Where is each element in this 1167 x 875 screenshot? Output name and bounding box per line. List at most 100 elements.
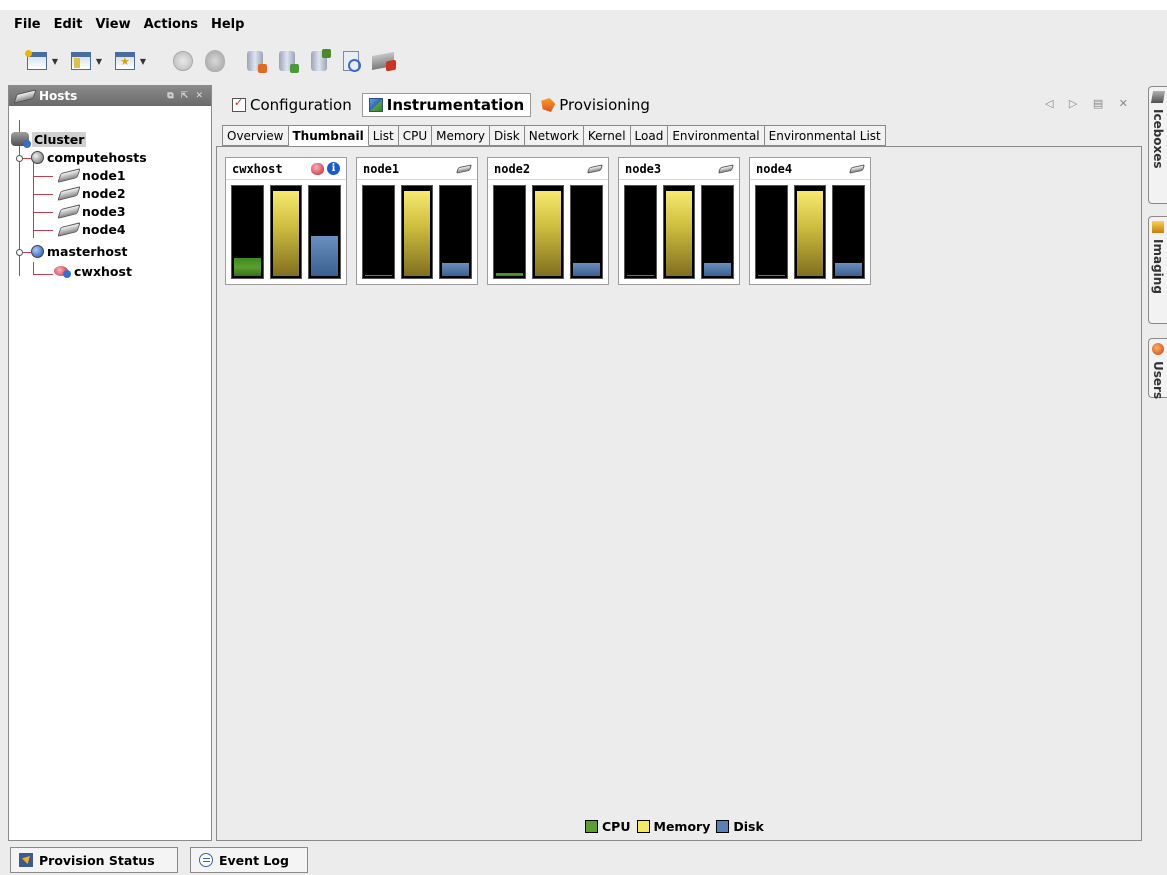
provision-status-icon — [19, 853, 33, 867]
memory-bar-fill — [665, 191, 693, 276]
memory-bar-fill — [796, 191, 824, 276]
host-name: node2 — [494, 161, 531, 176]
image-sync-button[interactable] — [274, 48, 300, 74]
new-window-button[interactable] — [24, 48, 50, 74]
favorites-button[interactable] — [112, 48, 138, 74]
legend: CPU Memory Disk — [585, 819, 766, 834]
legend-cpu: CPU — [585, 819, 631, 834]
node-disk-icon — [57, 167, 81, 183]
host-thumbnail-header: node4 — [750, 158, 870, 180]
host-status-icons: i — [311, 162, 340, 175]
new-window-dropdown[interactable]: ▼ — [50, 48, 60, 74]
hosts-title: Hosts — [39, 89, 78, 103]
memory-bar-fill — [272, 191, 300, 276]
host-thumbnail-header: node1 — [357, 158, 477, 180]
tab-provisioning[interactable]: Provisioning — [535, 93, 656, 117]
subtab-memory[interactable]: Memory — [432, 125, 490, 146]
panel-controls[interactable]: ⧉ ⇱ ✕ — [167, 91, 205, 101]
usage-bars — [624, 185, 735, 279]
tab-configuration[interactable]: Configuration — [226, 93, 358, 117]
thumbnail-view: CPU Memory Disk cwxhost i node1 node2 node3 n… — [216, 146, 1142, 841]
tab-panel-controls[interactable]: ◁ ▷ ▤ ✕ — [1045, 97, 1134, 110]
magnifier-icon — [343, 51, 361, 72]
toolbar: ▼ ▼ ▼ — [0, 40, 1167, 82]
memory-bar-fill — [534, 191, 562, 276]
tree-item-node4[interactable]: node4 — [57, 220, 126, 238]
subtab-cpu[interactable]: CPU — [398, 125, 433, 146]
host-thumbnail-node2[interactable]: node2 — [487, 157, 609, 285]
menu-view[interactable]: View — [95, 17, 130, 32]
usage-bars — [231, 185, 342, 279]
disk-bar-fill — [573, 263, 601, 276]
tab-instrumentation[interactable]: Instrumentation — [361, 93, 532, 117]
tree-item-cwxhost[interactable]: cwxhost — [53, 262, 132, 280]
menu-edit[interactable]: Edit — [54, 17, 83, 32]
tree-item-masterhost[interactable]: masterhost — [31, 242, 127, 260]
subtab-load[interactable]: Load — [630, 125, 669, 146]
memory-swatch — [636, 820, 650, 833]
inspect-button[interactable] — [338, 48, 364, 74]
menu-help[interactable]: Help — [211, 17, 244, 32]
menu-actions[interactable]: Actions — [144, 17, 198, 32]
side-tab-imaging[interactable]: Imaging — [1148, 216, 1167, 324]
host-action-button[interactable] — [370, 48, 396, 74]
host-status-icons — [717, 163, 735, 174]
subtab-kernel[interactable]: Kernel — [583, 125, 631, 146]
memory-bar — [269, 185, 303, 279]
provision-status-tab[interactable]: Provision Status — [10, 847, 178, 873]
power-on-button[interactable] — [170, 48, 196, 74]
main-panel: Configuration Instrumentation Provisioni… — [214, 85, 1142, 841]
usage-bars — [493, 185, 604, 279]
tree-item-node3[interactable]: node3 — [57, 202, 126, 220]
subtab-disk[interactable]: Disk — [489, 125, 525, 146]
host-thumbnail-header: node2 — [488, 158, 608, 180]
event-log-tab[interactable]: Event Log — [190, 847, 308, 873]
side-tab-iceboxes[interactable]: Iceboxes — [1148, 86, 1167, 204]
main-tabs: Configuration Instrumentation Provisioni… — [226, 93, 656, 117]
host-status-icons — [848, 163, 866, 174]
side-tab-users[interactable]: Users — [1148, 338, 1167, 399]
subtab-overview[interactable]: Overview — [222, 125, 289, 146]
tree-item-node1[interactable]: node1 — [57, 166, 126, 184]
image-upload-button[interactable] — [306, 48, 332, 74]
disk-icon — [848, 163, 866, 174]
host-thumbnail-header: cwxhost i — [226, 158, 346, 180]
cpu-bar — [624, 185, 657, 279]
disk-icon — [586, 163, 604, 174]
layout-icon — [71, 52, 91, 70]
host-status-icons — [455, 163, 473, 174]
layout-dropdown[interactable]: ▼ — [94, 48, 104, 74]
database-orange-icon — [247, 51, 267, 73]
tree-item-computehosts[interactable]: computehosts — [31, 148, 147, 166]
master-host-icon — [53, 264, 71, 278]
subtab-thumbnail[interactable]: Thumbnail — [288, 125, 369, 146]
node-disk-icon — [57, 185, 81, 201]
favorites-icon — [115, 52, 135, 70]
layout-button[interactable] — [68, 48, 94, 74]
host-thumbnail-node3[interactable]: node3 — [618, 157, 740, 285]
subtab-list[interactable]: List — [368, 125, 399, 146]
subtab-environmental-list[interactable]: Environmental List — [764, 125, 886, 146]
disk-bar — [439, 185, 473, 279]
power-off-button[interactable] — [202, 48, 228, 74]
host-thumbnail-cwxhost[interactable]: cwxhost i — [225, 157, 347, 285]
tree-item-cluster[interactable]: Cluster — [11, 130, 87, 148]
image-orange-button[interactable] — [242, 48, 268, 74]
cpu-bar — [231, 185, 264, 279]
host-thumbnail-node1[interactable]: node1 — [356, 157, 478, 285]
disk-bar — [832, 185, 866, 279]
imaging-icon — [1152, 221, 1164, 233]
menu-file[interactable]: File — [14, 17, 41, 32]
subtab-network[interactable]: Network — [524, 125, 584, 146]
favorites-dropdown[interactable]: ▼ — [138, 48, 148, 74]
group-icon — [31, 150, 44, 164]
tree-item-node2[interactable]: node2 — [57, 184, 126, 202]
hosts-header: Hosts ⧉ ⇱ ✕ — [9, 86, 211, 106]
subtab-environmental[interactable]: Environmental — [668, 125, 765, 146]
disk-icon — [455, 163, 473, 174]
disk-bar — [570, 185, 604, 279]
hosts-disk-icon — [13, 88, 37, 104]
host-thumbnail-node4[interactable]: node4 — [749, 157, 871, 285]
cpu-bar — [362, 185, 395, 279]
disk-bar-fill — [704, 263, 732, 276]
